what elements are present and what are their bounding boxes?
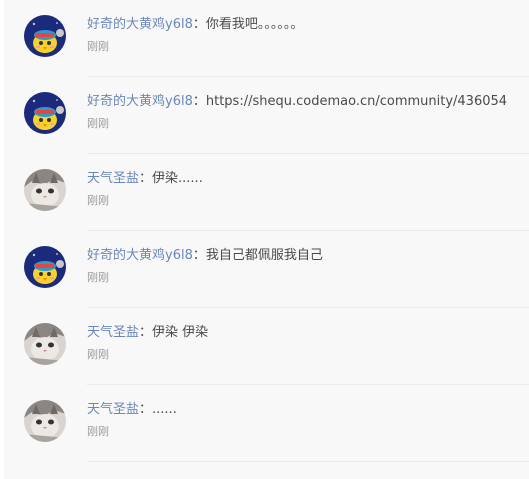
reply-item: 天气圣盐：伊染 伊染 刚刚 [4, 308, 529, 385]
reply-time: 刚刚 [87, 194, 109, 207]
reply-line: 天气圣盐：伊染 伊染 [87, 323, 208, 343]
divider [87, 461, 529, 462]
username-link[interactable]: 天气圣盐 [87, 171, 139, 186]
cat-photo-avatar-icon[interactable] [24, 323, 66, 365]
reply-content: ...... [152, 402, 177, 417]
yellow-chick-avatar-icon[interactable] [24, 15, 66, 57]
separator: ： [192, 94, 206, 109]
yellow-chick-avatar-icon[interactable] [24, 92, 66, 134]
reply-list: 好奇的大黄鸡y6l8：你看我吧。。。。。。 刚刚 好奇的大黄鸡y6l8：http… [4, 0, 529, 479]
username-link[interactable]: 好奇的大黄鸡y6l8 [87, 17, 193, 32]
username-link[interactable]: 天气圣盐 [87, 402, 139, 417]
reply-line: 好奇的大黄鸡y6l8：https://shequ.codemao.cn/comm… [87, 92, 507, 112]
reply-item: 好奇的大黄鸡y6l8：我自己都佩服我自己 刚刚 [4, 231, 529, 308]
reply-line: 好奇的大黄鸡y6l8：我自己都佩服我自己 [87, 246, 323, 266]
cat-photo-avatar-icon[interactable] [24, 400, 66, 442]
username-link[interactable]: 好奇的大黄鸡y6l8 [87, 94, 193, 109]
reply-item: 好奇的大黄鸡y6l8：https://shequ.codemao.cn/comm… [4, 77, 529, 154]
reply-time: 刚刚 [87, 425, 109, 438]
reply-line: 天气圣盐：伊染...... [87, 169, 203, 189]
reply-content: 你看我吧。。。。。。 [205, 17, 304, 32]
reply-content: 我自己都佩服我自己 [205, 248, 323, 263]
yellow-chick-avatar-icon[interactable] [24, 246, 66, 288]
separator: ： [139, 325, 153, 340]
reply-time: 刚刚 [87, 348, 109, 361]
separator: ： [139, 402, 153, 417]
cat-photo-avatar-icon[interactable] [24, 169, 66, 211]
reply-item: 好奇的大黄鸡y6l8：你看我吧。。。。。。 刚刚 [4, 0, 529, 77]
reply-time: 刚刚 [87, 117, 109, 130]
reply-item: 天气圣盐：...... 刚刚 [4, 385, 529, 462]
reply-line: 好奇的大黄鸡y6l8：你看我吧。。。。。。 [87, 15, 303, 35]
reply-time: 刚刚 [87, 40, 109, 53]
reply-line: 天气圣盐：...... [87, 400, 177, 420]
reply-content: 伊染...... [152, 171, 203, 186]
reply-time: 刚刚 [87, 271, 109, 284]
reply-content: https://shequ.codemao.cn/community/43605… [205, 94, 508, 109]
reply-item: 天气圣盐：伊染...... 刚刚 [4, 154, 529, 231]
separator: ： [192, 248, 206, 263]
username-link[interactable]: 好奇的大黄鸡y6l8 [87, 248, 193, 263]
separator: ： [192, 17, 206, 32]
reply-content: 伊染 伊染 [152, 325, 209, 340]
username-link[interactable]: 天气圣盐 [87, 325, 139, 340]
separator: ： [139, 171, 153, 186]
